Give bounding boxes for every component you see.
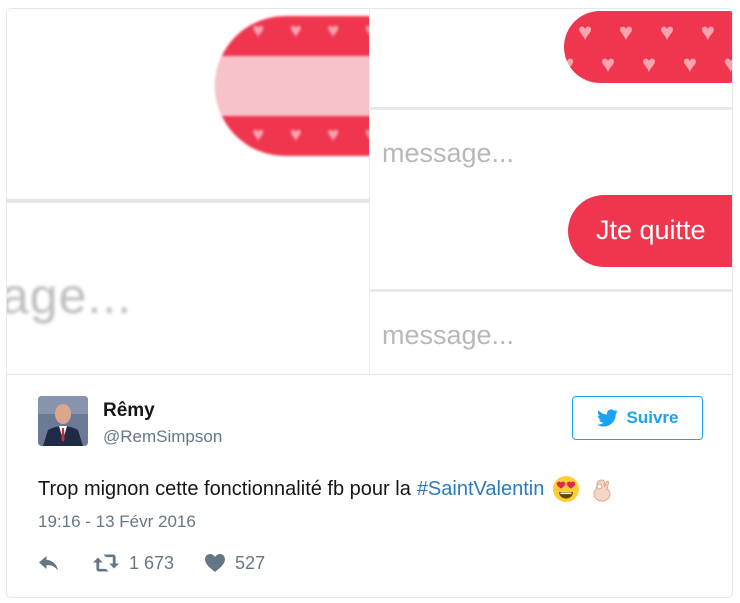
like-button[interactable]: 527 <box>204 553 265 574</box>
author-name[interactable]: Rêmy <box>103 400 155 422</box>
tweet-timestamp[interactable]: 19:16 - 13 Févr 2016 <box>38 512 196 532</box>
avatar-portrait-icon <box>38 396 88 446</box>
message-placeholder-zoomed: age... <box>7 268 133 324</box>
message-input-row: message... <box>370 289 732 374</box>
tweet-body: Rêmy @RemSimpson Suivre Trop mignon cett… <box>7 374 732 597</box>
tweet-text-body: Trop mignon cette fonctionnalité fb pour… <box>38 477 411 500</box>
message-bubble-zoomed: ♥ ♥ ♥ ♥ ♥ ♥ ♥ ♥ ♥ ♥ ♥ ♥ <box>215 16 369 156</box>
follow-button[interactable]: Suivre <box>572 396 703 440</box>
heart-message-bubble: ♥ ♥ ♥ ♥ ♥ ♥ ♥ ♥ ♥ ♥ <box>564 11 732 83</box>
hearts-pattern-icon: ♥ ♥ ♥ ♥ ♥ ♥ <box>215 124 369 146</box>
ok-hand-emoji-icon <box>593 479 611 502</box>
twitter-bird-icon <box>596 409 618 427</box>
like-count: 527 <box>235 552 266 573</box>
retweet-icon <box>93 554 119 572</box>
hearts-pattern-icon: ♥ ♥ ♥ ♥ ♥ <box>578 19 732 46</box>
tweet-text: Trop mignon cette fonctionnalité fb pour… <box>38 475 614 503</box>
bubble-highlight-band <box>215 56 369 116</box>
follow-label: Suivre <box>626 408 679 427</box>
message-placeholder: message... <box>382 320 515 350</box>
text-message-bubble: Jte quitte <box>568 195 732 267</box>
message-input-row: message... <box>370 107 732 192</box>
tweet-card: ♥ ♥ ♥ ♥ ♥ ♥ ♥ ♥ ♥ ♥ ♥ ♥ age... ♥ ♥ ♥ ♥ ♥… <box>6 8 733 598</box>
reply-icon <box>39 556 58 571</box>
message-placeholder: message... <box>382 138 515 168</box>
retweet-count: 1 673 <box>129 552 175 573</box>
heart-eyes-emoji-icon <box>553 476 580 502</box>
hearts-pattern-icon: ♥ ♥ ♥ ♥ ♥ <box>564 51 732 78</box>
media-divider <box>7 199 369 203</box>
reply-button[interactable] <box>38 554 60 572</box>
heart-icon <box>205 554 226 572</box>
tweet-media-image[interactable]: ♥ ♥ ♥ ♥ ♥ ♥ ♥ ♥ ♥ ♥ ♥ ♥ age... ♥ ♥ ♥ ♥ ♥… <box>7 9 732 374</box>
avatar[interactable] <box>38 396 88 446</box>
hashtag-link[interactable]: #SaintValentin <box>417 478 545 501</box>
message-bubble-text: Jte quitte <box>596 215 706 245</box>
hearts-pattern-icon: ♥ ♥ ♥ ♥ ♥ ♥ <box>215 20 369 42</box>
media-panel-right: ♥ ♥ ♥ ♥ ♥ ♥ ♥ ♥ ♥ ♥ message... Jte quitt… <box>370 9 732 374</box>
media-panel-left: ♥ ♥ ♥ ♥ ♥ ♥ ♥ ♥ ♥ ♥ ♥ ♥ age... <box>7 9 370 374</box>
author-handle[interactable]: @RemSimpson <box>103 427 222 447</box>
retweet-button[interactable]: 1 673 <box>92 553 174 574</box>
tweet-actions: 1 673 527 <box>38 551 265 575</box>
